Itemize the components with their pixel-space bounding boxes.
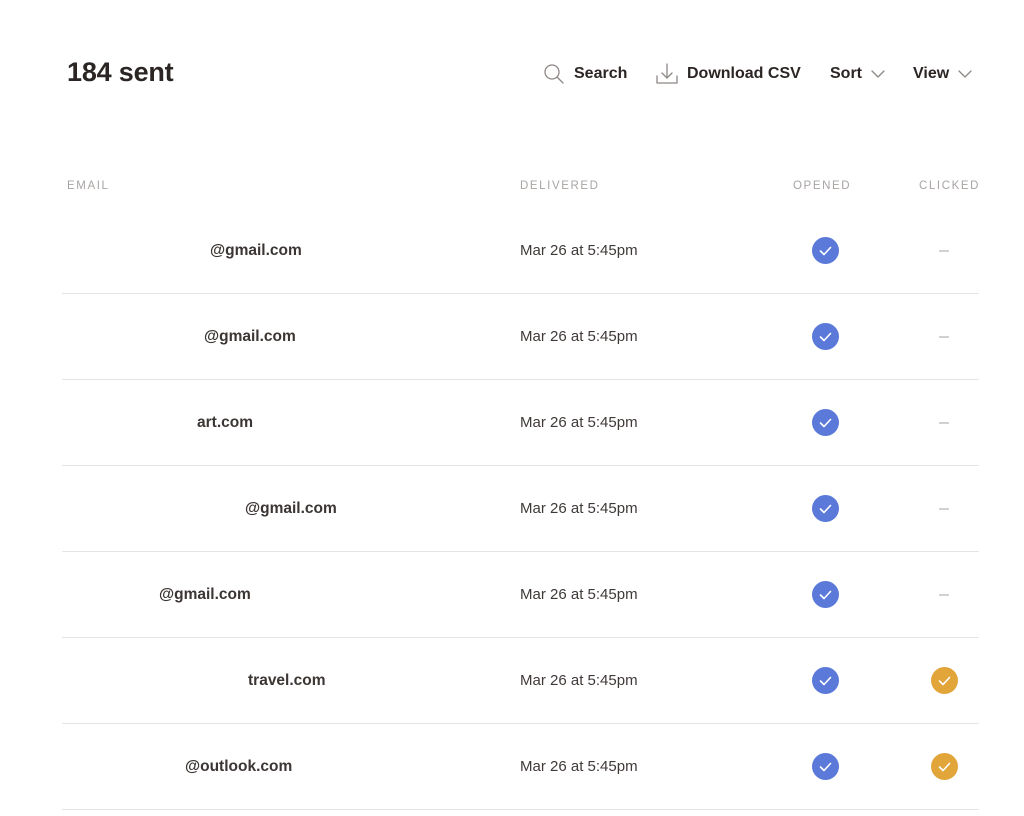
- table-row[interactable]: @gmail.com Mar 26 at 5:45pm: [0, 208, 1024, 294]
- column-header-email[interactable]: EMAIL: [67, 180, 110, 192]
- opened-check-icon: [812, 409, 839, 436]
- not-clicked-dash-icon: [939, 594, 949, 596]
- email-cell: @gmail.com: [204, 328, 296, 345]
- opened-check-icon: [812, 667, 839, 694]
- table-row[interactable]: art.com Mar 26 at 5:45pm: [0, 380, 1024, 466]
- chevron-down-icon: [862, 69, 885, 79]
- opened-check-icon: [812, 237, 839, 264]
- sort-dropdown[interactable]: Sort: [830, 62, 885, 86]
- column-header-opened[interactable]: OPENED: [793, 180, 851, 192]
- sort-label: Sort: [830, 65, 862, 82]
- table-row[interactable]: travel.com Mar 26 at 5:45pm: [0, 638, 1024, 724]
- email-cell: @gmail.com: [210, 242, 302, 259]
- table-row[interactable]: @outlook.com Mar 26 at 5:45pm: [0, 724, 1024, 810]
- row-divider: [62, 809, 979, 810]
- download-csv-label: Download CSV: [687, 65, 801, 82]
- clicked-check-icon: [931, 667, 958, 694]
- not-clicked-dash-icon: [939, 422, 949, 424]
- table-row[interactable]: @gmail.com Mar 26 at 5:45pm: [0, 552, 1024, 638]
- delivered-cell: Mar 26 at 5:45pm: [520, 500, 638, 517]
- not-clicked-dash-icon: [939, 250, 949, 252]
- opened-check-icon: [812, 581, 839, 608]
- delivered-cell: Mar 26 at 5:45pm: [520, 242, 638, 259]
- email-cell: art.com: [197, 414, 253, 431]
- table-row[interactable]: @gmail.com Mar 26 at 5:45pm: [0, 466, 1024, 552]
- page-title: 184 sent: [67, 57, 174, 87]
- download-csv-button[interactable]: Download CSV: [655, 62, 801, 86]
- search-button[interactable]: Search: [543, 62, 627, 86]
- search-label: Search: [574, 65, 628, 82]
- not-clicked-dash-icon: [939, 508, 949, 510]
- page-header: 184 sent Search Download CSV Sort View: [0, 0, 1024, 150]
- email-cell: @outlook.com: [185, 758, 293, 775]
- delivered-cell: Mar 26 at 5:45pm: [520, 414, 638, 431]
- opened-check-icon: [812, 753, 839, 780]
- email-cell: @gmail.com: [245, 500, 337, 517]
- chevron-down-icon: [949, 69, 972, 79]
- column-header-clicked[interactable]: CLICKED: [919, 180, 980, 192]
- opened-check-icon: [812, 323, 839, 350]
- view-dropdown[interactable]: View: [913, 62, 972, 86]
- column-header-delivered[interactable]: DELIVERED: [520, 180, 600, 192]
- opened-check-icon: [812, 495, 839, 522]
- email-cell: @gmail.com: [159, 586, 251, 603]
- not-clicked-dash-icon: [939, 336, 949, 338]
- delivered-cell: Mar 26 at 5:45pm: [520, 586, 638, 603]
- clicked-check-icon: [931, 753, 958, 780]
- delivered-cell: Mar 26 at 5:45pm: [520, 758, 638, 775]
- delivered-cell: Mar 26 at 5:45pm: [520, 672, 638, 689]
- delivered-cell: Mar 26 at 5:45pm: [520, 328, 638, 345]
- table-row[interactable]: @gmail.com Mar 26 at 5:45pm: [0, 294, 1024, 380]
- view-label: View: [913, 65, 950, 82]
- email-cell: travel.com: [248, 672, 326, 689]
- download-icon: [655, 62, 687, 86]
- search-icon: [543, 63, 574, 85]
